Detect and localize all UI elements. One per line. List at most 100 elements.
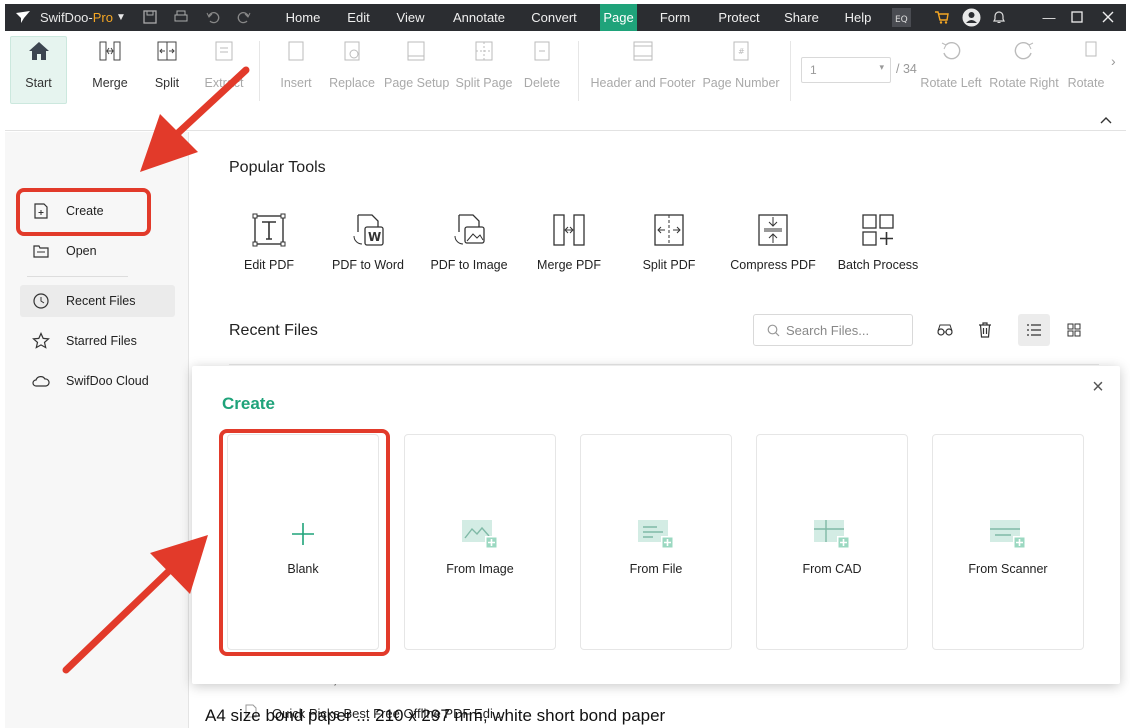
rotate-left-icon: [941, 41, 961, 60]
menu-form[interactable]: Form: [653, 4, 697, 31]
list-view-icon: [1027, 324, 1041, 336]
split-page-icon: [475, 41, 493, 61]
menu-home[interactable]: Home: [276, 4, 330, 31]
merge-button[interactable]: Merge: [85, 39, 135, 99]
create-from-cad-card[interactable]: From CAD: [756, 434, 908, 650]
tool-label-split-pdf: Split PDF: [642, 258, 696, 272]
file-add-icon: [638, 520, 674, 549]
extract-button[interactable]: Extract: [198, 39, 250, 99]
menu-help[interactable]: Help: [838, 4, 878, 31]
save-icon[interactable]: [142, 9, 158, 25]
page-number-input[interactable]: 1 ▾: [801, 57, 891, 83]
print-icon[interactable]: [173, 9, 189, 25]
batch-process-icon: [862, 214, 894, 246]
svg-text:EQ: EQ: [895, 15, 908, 25]
page-setup-button[interactable]: Page Setup: [384, 39, 449, 99]
search-icon: [767, 324, 780, 337]
tool-batch-process[interactable]: Batch Process: [828, 212, 928, 272]
popular-tools-title: Popular Tools: [229, 159, 326, 176]
page-number-value: 1: [810, 63, 817, 77]
page-number-dropdown-icon[interactable]: ▾: [879, 62, 884, 73]
search-placeholder: Search Files...: [786, 323, 870, 338]
rotate-left-button[interactable]: Rotate Left: [920, 39, 982, 99]
menu-protect[interactable]: Protect: [710, 4, 768, 31]
insert-icon: [288, 41, 304, 61]
split-button[interactable]: Split: [143, 39, 191, 99]
sidebar-item-swifdoo-cloud[interactable]: SwifDoo Cloud: [20, 365, 175, 397]
collapse-ribbon-icon[interactable]: [1100, 115, 1112, 125]
annotation-highlight-create: [16, 188, 151, 236]
tool-compress-pdf[interactable]: Compress PDF: [723, 212, 823, 272]
star-icon: [32, 332, 50, 349]
extract-label: Extract: [204, 76, 244, 90]
cad-add-icon: [814, 520, 850, 549]
tool-label-edit-pdf: Edit PDF: [243, 258, 294, 272]
tool-merge-pdf[interactable]: Merge PDF: [519, 212, 619, 272]
sidebar-item-recent-files[interactable]: Recent Files: [20, 285, 175, 317]
rotate-right-button[interactable]: Rotate Right: [989, 39, 1059, 99]
sidebar-item-open[interactable]: Open: [20, 235, 175, 267]
insert-label: Insert: [280, 76, 312, 90]
app-menu-chevron-icon[interactable]: ▼: [116, 4, 126, 31]
merge-pdf-icon: [553, 214, 585, 246]
close-window-icon[interactable]: [1100, 9, 1116, 25]
svg-text:W: W: [368, 230, 381, 244]
recent-files-divider: [229, 364, 1099, 365]
list-view-button[interactable]: [1018, 314, 1050, 346]
cart-icon[interactable]: [934, 9, 950, 25]
grid-view-icon: [1067, 323, 1081, 337]
app-edition: Pro: [92, 10, 113, 25]
ribbon-scroll-right-icon[interactable]: ›: [1111, 53, 1116, 69]
undo-icon[interactable]: [205, 9, 221, 25]
redo-icon[interactable]: [236, 9, 252, 25]
grid-view-button[interactable]: [1058, 314, 1090, 346]
tool-label-batch-process: Batch Process: [837, 258, 919, 272]
tool-pdf-to-word[interactable]: W PDF to Word: [318, 212, 418, 272]
create-from-image-card[interactable]: From Image: [404, 434, 556, 650]
extract-icon: [215, 41, 233, 61]
compress-pdf-icon: [758, 214, 788, 246]
search-files-input[interactable]: Search Files...: [753, 314, 913, 346]
sidebar-label-recent: Recent Files: [66, 294, 136, 308]
menu-share[interactable]: Share: [780, 4, 823, 31]
page-total: / 34: [896, 62, 917, 76]
ribbon-divider: [259, 41, 260, 101]
menu-view[interactable]: View: [388, 4, 433, 31]
menu-annotate[interactable]: Annotate: [445, 4, 513, 31]
compare-files-button[interactable]: [929, 314, 961, 346]
minimize-icon[interactable]: —: [1041, 4, 1057, 31]
start-tool[interactable]: Start: [11, 39, 66, 99]
split-page-button[interactable]: Split Page: [454, 39, 514, 99]
notification-bell-icon[interactable]: [991, 9, 1007, 25]
scan-icon[interactable]: EQ: [892, 8, 911, 27]
create-from-scanner-card[interactable]: From Scanner: [932, 434, 1084, 650]
insert-button[interactable]: Insert: [271, 39, 321, 99]
create-from-file-card[interactable]: From File: [580, 434, 732, 650]
background-caption: A4 size bond paper ... 210 x 297 mm, whi…: [205, 706, 666, 725]
menu-convert[interactable]: Convert: [523, 4, 585, 31]
replace-button[interactable]: Replace: [327, 39, 377, 99]
sidebar-item-starred-files[interactable]: Starred Files: [20, 325, 175, 357]
menu-page[interactable]: Page: [600, 4, 637, 31]
replace-icon: [344, 41, 360, 61]
tool-split-pdf[interactable]: Split PDF: [619, 212, 719, 272]
page-number-label: Page Number: [702, 76, 780, 90]
menu-edit[interactable]: Edit: [336, 4, 381, 31]
split-label: Split: [154, 76, 180, 90]
maximize-icon[interactable]: [1069, 9, 1085, 25]
open-folder-icon: [33, 245, 49, 258]
app-window: SwifDoo-Pro ▼ Home Edit View Annotate Co…: [0, 0, 1130, 728]
header-footer-button[interactable]: Header and Footer: [590, 39, 696, 99]
tool-pdf-to-image[interactable]: PDF to Image: [419, 212, 519, 272]
tool-label-compress-pdf: Compress PDF: [730, 258, 816, 272]
title-bar: SwifDoo-Pro ▼ Home Edit View Annotate Co…: [5, 4, 1126, 31]
clock-icon: [33, 293, 49, 309]
delete-page-button[interactable]: Delete: [519, 39, 565, 99]
tool-edit-pdf[interactable]: Edit PDF: [219, 212, 319, 272]
rotate-label: Rotate: [1067, 76, 1105, 90]
rotate-button[interactable]: Rotate: [1065, 39, 1107, 99]
page-number-button[interactable]: # Page Number: [702, 39, 780, 99]
delete-recent-button[interactable]: [969, 314, 1001, 346]
account-avatar-icon[interactable]: [962, 8, 981, 27]
close-dialog-icon[interactable]: ×: [1088, 377, 1108, 398]
